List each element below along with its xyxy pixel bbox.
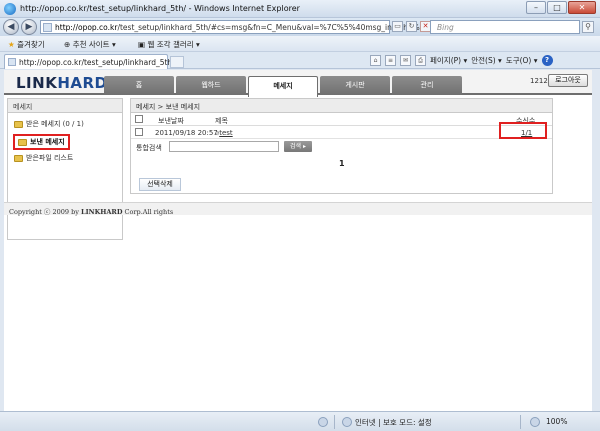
row-date: 2011/09/18 20:57 — [155, 129, 218, 137]
tab-favicon-icon — [8, 58, 16, 66]
table-header: 보낸날짜 제목 수신수 — [131, 113, 552, 126]
nav-tab-admin[interactable]: 관리 — [392, 76, 462, 95]
zoom-icon[interactable] — [530, 417, 540, 427]
col-subject: 제목 — [215, 117, 228, 125]
sidebar-item-received[interactable]: 받은 메세지 (0 / 1) — [14, 119, 84, 129]
search-label: 통합검색 — [136, 144, 162, 152]
web-page: LINKHARD 홈 웹하드 메세지 게시판 관리 1212 로그아웃 메세지 … — [4, 70, 592, 411]
browser-tab-label: http://opop.co.kr/test_setup/linkhard_5t… — [19, 58, 175, 67]
receivers-highlight — [499, 122, 547, 139]
row-checkbox[interactable] — [135, 128, 143, 136]
row-subject[interactable]: ⌀test — [215, 129, 233, 137]
suggested-sites-link[interactable]: ⊕ 추천 사이트 ▾ — [64, 39, 116, 50]
sent-messages-panel: 메세지 > 보낸 메세지 보낸날짜 제목 수신수 2011/09/18 20:5… — [130, 98, 553, 194]
close-window-button[interactable]: ✕ — [568, 1, 596, 14]
compatibility-view-icon[interactable]: ▭ — [392, 21, 403, 32]
print-icon[interactable]: ⎙ — [415, 55, 426, 66]
breadcrumb: 메세지 > 보낸 메세지 — [131, 99, 552, 113]
status-bar: 인터넷 | 보호 모드: 설정 100% — [0, 411, 600, 431]
folder-icon — [14, 154, 23, 162]
refresh-icon[interactable]: ↻ — [406, 21, 417, 32]
favorites-bar: ★ 즐겨찾기 ⊕ 추천 사이트 ▾ ▣ 웹 조각 갤러리 ▾ — [0, 36, 600, 52]
minimize-button[interactable]: – — [526, 1, 546, 14]
nav-tab-webhard[interactable]: 웹하드 — [176, 76, 246, 95]
internet-zone-icon — [342, 417, 352, 427]
ie-logo-icon — [4, 3, 16, 15]
col-date: 보낸날짜 — [158, 117, 184, 125]
nav-tab-message[interactable]: 메세지 — [248, 76, 318, 97]
sidebar-title: 메세지 — [8, 99, 122, 113]
address-url[interactable]: http://opop.co.kr/test_setup/linkhard_5t… — [55, 23, 430, 32]
delete-selected-button[interactable]: 선택삭제 — [139, 178, 181, 191]
site-footer: Copyright ⓒ 2009 by LINKHARD Corp.All ri… — [4, 202, 592, 216]
search-row: 통합검색 검색 ▸ — [131, 140, 552, 154]
search-icon[interactable]: ⚲ — [582, 21, 594, 33]
message-search-input[interactable] — [169, 141, 279, 152]
search-placeholder: Bing — [437, 23, 454, 32]
sidebar-item-sent[interactable]: 보낸 메세지 — [13, 134, 70, 150]
back-button[interactable]: ◀ — [3, 19, 19, 35]
tab-bar: http://opop.co.kr/test_setup/linkhard_5t… — [0, 52, 600, 69]
logout-button[interactable]: 로그아웃 — [548, 74, 588, 87]
zoom-level[interactable]: 100% — [546, 417, 567, 426]
site-header: LINKHARD 홈 웹하드 메세지 게시판 관리 1212 로그아웃 — [4, 70, 592, 97]
nav-tab-home[interactable]: 홈 — [104, 76, 174, 95]
mail-icon[interactable]: ✉ — [400, 55, 411, 66]
help-icon[interactable]: ? — [541, 55, 553, 66]
maximize-button[interactable]: □ — [547, 1, 567, 14]
web-slice-gallery-link[interactable]: ▣ 웹 조각 갤러리 ▾ — [138, 39, 200, 50]
home-icon[interactable]: ⌂ — [370, 55, 381, 66]
privacy-icon[interactable] — [318, 417, 328, 427]
add-favorite-icon: ⊕ — [64, 40, 71, 49]
window-titlebar: http://opop.co.kr/test_setup/linkhard_5t… — [0, 0, 600, 18]
star-icon: ★ — [8, 40, 15, 49]
select-all-checkbox[interactable] — [135, 115, 143, 123]
folder-icon — [18, 138, 27, 146]
favorites-button[interactable]: ★ 즐겨찾기 — [8, 39, 45, 50]
sidebar-item-received-files[interactable]: 받은파일 리스트 — [14, 153, 73, 163]
linkhard-logo[interactable]: LINKHARD — [16, 74, 108, 92]
nav-tab-board[interactable]: 게시판 — [320, 76, 390, 95]
message-search-button[interactable]: 검색 ▸ — [284, 141, 312, 152]
page-number[interactable]: 1 — [339, 159, 345, 168]
main-nav: 홈 웹하드 메세지 게시판 관리 — [104, 76, 464, 97]
page-favicon-icon — [43, 23, 52, 32]
table-row: 2011/09/18 20:57 ⌀test 1/1 — [131, 126, 552, 139]
search-field[interactable]: Bing — [430, 20, 580, 34]
user-id: 1212 — [530, 77, 548, 85]
web-slice-icon: ▣ — [138, 40, 146, 49]
address-field[interactable]: http://opop.co.kr/test_setup/linkhard_5t… — [40, 20, 430, 34]
window-title: http://opop.co.kr/test_setup/linkhard_5t… — [20, 4, 300, 13]
feeds-icon[interactable]: ≡ — [385, 55, 396, 66]
forward-button[interactable]: ▶ — [21, 19, 37, 35]
browser-tab[interactable]: http://opop.co.kr/test_setup/linkhard_5t… — [4, 54, 175, 69]
folder-icon — [14, 120, 23, 128]
message-sidebar: 메세지 받은 메세지 (0 / 1) 보낸 메세지 받은파일 리스트 — [7, 98, 123, 240]
security-zone: 인터넷 | 보호 모드: 설정 — [355, 418, 432, 427]
tools-menu[interactable]: 도구(O) ▾ — [506, 55, 538, 66]
safety-menu[interactable]: 안전(S) ▾ — [471, 55, 502, 66]
address-toolbar: ◀ ▶ http://opop.co.kr/test_setup/linkhar… — [0, 18, 600, 36]
new-tab-button[interactable] — [170, 56, 184, 68]
page-menu[interactable]: 페이지(P) ▾ — [430, 55, 467, 66]
